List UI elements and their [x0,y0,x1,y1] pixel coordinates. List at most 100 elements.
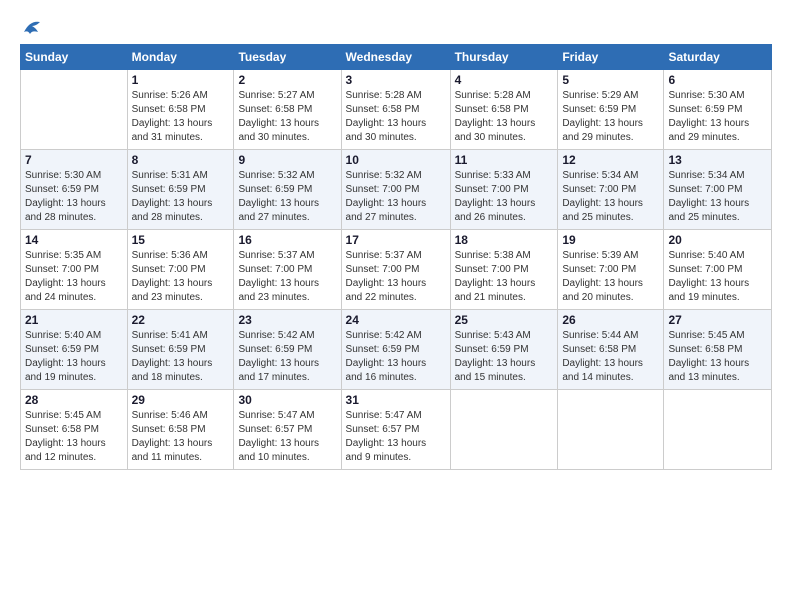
day-info: Sunrise: 5:27 AM Sunset: 6:58 PM Dayligh… [238,89,336,145]
day-info: Sunrise: 5:30 AM Sunset: 6:59 PM Dayligh… [668,89,767,145]
day-number: 23 [238,313,336,327]
calendar-cell: 8 Sunrise: 5:31 AM Sunset: 6:59 PM Daylig… [127,150,234,230]
calendar-cell: 12Sunrise: 5:34 AM Sunset: 7:00 PM Dayli… [558,150,664,230]
calendar-cell: 28Sunrise: 5:45 AM Sunset: 6:58 PM Dayli… [21,390,128,470]
calendar-cell: 14 Sunrise: 5:35 AM Sunset: 7:00 PM Dayli… [21,230,128,310]
calendar-cell: 25 Sunrise: 5:43 AM Sunset: 6:59 PM Dayli… [450,310,558,390]
day-number: 21 [25,313,123,327]
weekday-header-wednesday: Wednesday [341,45,450,70]
day-number: 3 [346,73,446,87]
week-row-5: 28Sunrise: 5:45 AM Sunset: 6:58 PM Dayli… [21,390,772,470]
page: SundayMondayTuesdayWednesdayThursdayFrid… [0,0,792,612]
calendar-cell: 22 Sunrise: 5:41 AM Sunset: 6:59 PM Dayli… [127,310,234,390]
day-number: 13 [668,153,767,167]
calendar-cell: 9 Sunrise: 5:32 AM Sunset: 6:59 PM Daylig… [234,150,341,230]
calendar-table: SundayMondayTuesdayWednesdayThursdayFrid… [20,44,772,470]
calendar-cell: 11 Sunrise: 5:33 AM Sunset: 7:00 PM Dayli… [450,150,558,230]
calendar-cell: 27Sunrise: 5:45 AM Sunset: 6:58 PM Dayli… [664,310,772,390]
day-number: 26 [562,313,659,327]
calendar-cell: 24 Sunrise: 5:42 AM Sunset: 6:59 PM Dayli… [341,310,450,390]
weekday-header-saturday: Saturday [664,45,772,70]
calendar-cell: 5 Sunrise: 5:29 AM Sunset: 6:59 PM Daylig… [558,70,664,150]
week-row-3: 14 Sunrise: 5:35 AM Sunset: 7:00 PM Dayli… [21,230,772,310]
day-number: 24 [346,313,446,327]
weekday-header-friday: Friday [558,45,664,70]
day-number: 11 [455,153,554,167]
day-info: Sunrise: 5:32 AM Sunset: 6:59 PM Dayligh… [238,169,336,225]
week-row-1: 1 Sunrise: 5:26 AM Sunset: 6:58 PM Daylig… [21,70,772,150]
calendar-cell [21,70,128,150]
day-number: 6 [668,73,767,87]
day-number: 25 [455,313,554,327]
calendar-cell: 17 Sunrise: 5:37 AM Sunset: 7:00 PM Dayli… [341,230,450,310]
day-number: 22 [132,313,230,327]
calendar-cell: 26 Sunrise: 5:44 AM Sunset: 6:58 PM Dayli… [558,310,664,390]
day-number: 28 [25,393,123,407]
day-info: Sunrise: 5:26 AM Sunset: 6:58 PM Dayligh… [132,89,230,145]
day-info: Sunrise: 5:36 AM Sunset: 7:00 PM Dayligh… [132,249,230,305]
day-info: Sunrise: 5:41 AM Sunset: 6:59 PM Dayligh… [132,329,230,385]
day-number: 14 [25,233,123,247]
day-info: Sunrise: 5:40 AM Sunset: 6:59 PM Dayligh… [25,329,123,385]
day-number: 9 [238,153,336,167]
day-info: Sunrise: 5:42 AM Sunset: 6:59 PM Dayligh… [238,329,336,385]
calendar-cell: 30Sunrise: 5:47 AM Sunset: 6:57 PM Dayli… [234,390,341,470]
weekday-header-tuesday: Tuesday [234,45,341,70]
day-number: 15 [132,233,230,247]
day-number: 30 [238,393,336,407]
logo-text [20,18,42,36]
day-number: 17 [346,233,446,247]
day-info: Sunrise: 5:38 AM Sunset: 7:00 PM Dayligh… [455,249,554,305]
day-info: Sunrise: 5:28 AM Sunset: 6:58 PM Dayligh… [346,89,446,145]
header [20,18,772,34]
day-number: 7 [25,153,123,167]
calendar-cell [664,390,772,470]
calendar-cell: 16 Sunrise: 5:37 AM Sunset: 7:00 PM Dayli… [234,230,341,310]
calendar-body: 1 Sunrise: 5:26 AM Sunset: 6:58 PM Daylig… [21,70,772,470]
day-number: 20 [668,233,767,247]
calendar-cell: 2Sunrise: 5:27 AM Sunset: 6:58 PM Daylig… [234,70,341,150]
logo-bird-icon [22,18,42,36]
day-info: Sunrise: 5:43 AM Sunset: 6:59 PM Dayligh… [455,329,554,385]
day-info: Sunrise: 5:34 AM Sunset: 7:00 PM Dayligh… [668,169,767,225]
calendar-cell [558,390,664,470]
day-info: Sunrise: 5:32 AM Sunset: 7:00 PM Dayligh… [346,169,446,225]
calendar-cell: 6 Sunrise: 5:30 AM Sunset: 6:59 PM Daylig… [664,70,772,150]
day-number: 27 [668,313,767,327]
day-info: Sunrise: 5:33 AM Sunset: 7:00 PM Dayligh… [455,169,554,225]
calendar-cell: 13 Sunrise: 5:34 AM Sunset: 7:00 PM Dayli… [664,150,772,230]
calendar-cell: 18 Sunrise: 5:38 AM Sunset: 7:00 PM Dayli… [450,230,558,310]
day-number: 19 [562,233,659,247]
calendar-cell: 3 Sunrise: 5:28 AM Sunset: 6:58 PM Daylig… [341,70,450,150]
day-number: 5 [562,73,659,87]
calendar-cell: 31Sunrise: 5:47 AM Sunset: 6:57 PM Dayli… [341,390,450,470]
calendar-cell: 1 Sunrise: 5:26 AM Sunset: 6:58 PM Daylig… [127,70,234,150]
day-info: Sunrise: 5:46 AM Sunset: 6:58 PM Dayligh… [132,409,230,465]
calendar-cell [450,390,558,470]
calendar-cell: 15 Sunrise: 5:36 AM Sunset: 7:00 PM Dayli… [127,230,234,310]
day-number: 31 [346,393,446,407]
day-info: Sunrise: 5:37 AM Sunset: 7:00 PM Dayligh… [346,249,446,305]
day-number: 29 [132,393,230,407]
day-info: Sunrise: 5:34 AM Sunset: 7:00 PM Dayligh… [562,169,659,225]
weekday-header-monday: Monday [127,45,234,70]
day-number: 16 [238,233,336,247]
day-number: 8 [132,153,230,167]
calendar-cell: 7 Sunrise: 5:30 AM Sunset: 6:59 PM Daylig… [21,150,128,230]
day-info: Sunrise: 5:37 AM Sunset: 7:00 PM Dayligh… [238,249,336,305]
day-info: Sunrise: 5:40 AM Sunset: 7:00 PM Dayligh… [668,249,767,305]
day-number: 1 [132,73,230,87]
day-info: Sunrise: 5:31 AM Sunset: 6:59 PM Dayligh… [132,169,230,225]
week-row-2: 7 Sunrise: 5:30 AM Sunset: 6:59 PM Daylig… [21,150,772,230]
day-number: 4 [455,73,554,87]
calendar-cell: 10Sunrise: 5:32 AM Sunset: 7:00 PM Dayli… [341,150,450,230]
day-info: Sunrise: 5:42 AM Sunset: 6:59 PM Dayligh… [346,329,446,385]
day-info: Sunrise: 5:29 AM Sunset: 6:59 PM Dayligh… [562,89,659,145]
day-info: Sunrise: 5:30 AM Sunset: 6:59 PM Dayligh… [25,169,123,225]
calendar-cell: 23 Sunrise: 5:42 AM Sunset: 6:59 PM Dayli… [234,310,341,390]
calendar-cell: 21 Sunrise: 5:40 AM Sunset: 6:59 PM Dayli… [21,310,128,390]
day-info: Sunrise: 5:44 AM Sunset: 6:58 PM Dayligh… [562,329,659,385]
day-info: Sunrise: 5:35 AM Sunset: 7:00 PM Dayligh… [25,249,123,305]
day-number: 18 [455,233,554,247]
calendar-cell: 4Sunrise: 5:28 AM Sunset: 6:58 PM Daylig… [450,70,558,150]
